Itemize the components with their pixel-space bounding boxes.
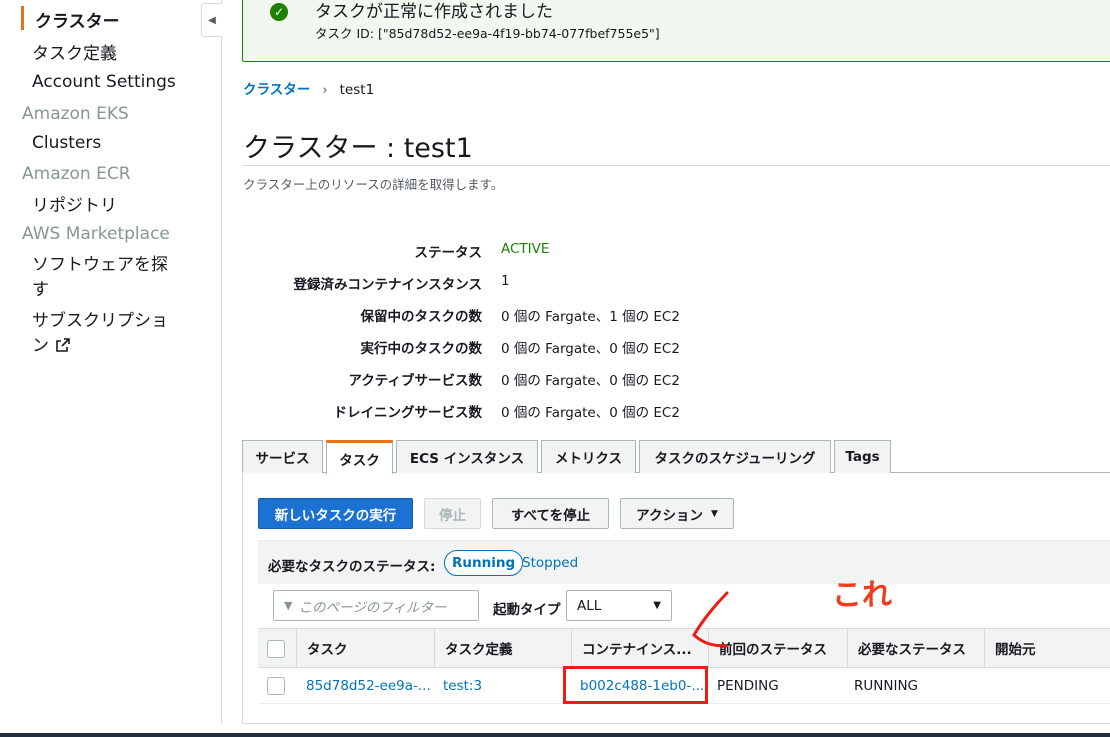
- filter-row: ▼ このページのフィルター 起動タイプ ALL ▼: [258, 584, 1110, 628]
- detail-value: 1: [501, 273, 510, 289]
- desired-status-filter: 必要なタスクのステータス: Running Stopped: [258, 540, 1110, 584]
- section-amazon-ecr: Amazon ECR: [22, 164, 131, 184]
- sidebar-item-discover-software[interactable]: ソフトウェアを探 す: [32, 253, 168, 303]
- detail-label: 保留中のタスクの数: [360, 309, 483, 325]
- annotation-text: これ: [832, 578, 892, 613]
- section-aws-marketplace: AWS Marketplace: [22, 224, 170, 244]
- chevron-left-icon[interactable]: ◀: [201, 3, 222, 37]
- desired-status-label: 必要なタスクのステータス:: [268, 559, 436, 575]
- filter-input[interactable]: ▼ このページのフィルター: [273, 590, 479, 621]
- detail-value: 0 個の Fargate、0 個の EC2: [501, 341, 680, 357]
- sidebar-item-eks-clusters[interactable]: Clusters: [32, 133, 101, 153]
- detail-value: 0 個の Fargate、0 個の EC2: [501, 405, 680, 421]
- detail-label: 実行中のタスクの数: [360, 341, 483, 357]
- detail-label: ドレイニングサービス数: [333, 405, 483, 421]
- divider: [242, 165, 1110, 166]
- stop-button[interactable]: 停止: [424, 498, 481, 529]
- sidebar-item-label: ン: [32, 336, 49, 356]
- launch-type-select[interactable]: ALL ▼: [566, 590, 672, 621]
- table-row: 85d78d52-ee9a-... test:3 b002c488-1eb0-.…: [258, 668, 1110, 704]
- sidebar: クラスター タスク定義 Account Settings Amazon EKS …: [0, 0, 222, 724]
- desired-status-cell: RUNNING: [854, 678, 918, 694]
- task-definition-link[interactable]: test:3: [443, 668, 563, 704]
- sidebar-item-clusters[interactable]: クラスター: [35, 7, 120, 32]
- sidebar-item-repositories[interactable]: リポジトリ: [32, 191, 117, 216]
- stopped-filter-link[interactable]: Stopped: [522, 555, 578, 571]
- running-filter-pill[interactable]: Running: [444, 550, 524, 576]
- column-header-task-definition[interactable]: タスク定義: [434, 629, 572, 667]
- row-checkbox[interactable]: [267, 677, 285, 695]
- sidebar-item-subscriptions[interactable]: サブスクリプショ ン: [32, 309, 168, 359]
- detail-label: アクティブサービス数: [348, 373, 482, 389]
- launch-type-label: 起動タイプ: [493, 602, 561, 618]
- filter-placeholder: このページのフィルター: [298, 599, 447, 616]
- sidebar-item-account-settings[interactable]: Account Settings: [32, 72, 176, 92]
- table-header: タスク タスク定義 コンテナインス... 前回のステータス 必要なステータス 開…: [258, 628, 1110, 668]
- run-new-task-button[interactable]: 新しいタスクの実行: [258, 498, 413, 529]
- last-status-cell: PENDING: [717, 678, 779, 694]
- sidebar-item-label: す: [32, 280, 49, 300]
- tab-metrics[interactable]: メトリクス: [541, 440, 636, 473]
- task-id-link[interactable]: 85d78d52-ee9a-...: [306, 668, 431, 704]
- actions-label: アクション: [636, 507, 703, 524]
- tab-ecs-instances[interactable]: ECS インスタンス: [396, 440, 538, 473]
- breadcrumb: クラスター › test1: [243, 78, 374, 98]
- bottom-border: [0, 733, 1110, 737]
- filter-icon: ▼: [284, 599, 293, 612]
- caret-down-icon: ▼: [653, 600, 661, 611]
- tab-tags[interactable]: Tags: [834, 440, 891, 473]
- tab-services[interactable]: サービス: [242, 440, 323, 473]
- container-instance-link[interactable]: b002c488-1eb0-...: [580, 668, 704, 704]
- column-header-started-by[interactable]: 開始元: [984, 629, 1110, 667]
- breadcrumb-current: test1: [339, 82, 375, 98]
- tab-task-scheduling[interactable]: タスクのスケジューリング: [639, 440, 831, 473]
- page-title: クラスター : test1: [243, 133, 473, 164]
- breadcrumb-separator-icon: ›: [322, 82, 328, 98]
- check-circle-icon: ✓: [270, 3, 288, 21]
- started-by-cell: [993, 668, 1103, 704]
- column-header-desired-status[interactable]: 必要なステータス: [847, 629, 985, 667]
- column-header-last-status[interactable]: 前回のステータス: [708, 629, 848, 667]
- detail-value: 0 個の Fargate、0 個の EC2: [501, 373, 680, 389]
- detail-label: 登録済みコンテナインスタンス: [293, 277, 482, 293]
- sidebar-item-label: サブスクリプショ: [32, 311, 168, 331]
- sidebar-item-task-definitions[interactable]: タスク定義: [32, 39, 117, 64]
- caret-down-icon: ▼: [710, 508, 718, 519]
- column-header-task[interactable]: タスク: [296, 629, 436, 667]
- active-indicator: [21, 6, 24, 30]
- detail-value: 0 個の Fargate、1 個の EC2: [501, 309, 680, 325]
- detail-value: ACTIVE: [501, 241, 550, 257]
- select-all-checkbox[interactable]: [267, 640, 285, 658]
- sidebar-item-label: ソフトウェアを探: [32, 255, 168, 275]
- flash-title: タスクが正常に作成されました: [315, 2, 553, 22]
- launch-type-value: ALL: [577, 597, 602, 614]
- stop-all-button[interactable]: すべてを停止: [492, 498, 609, 529]
- column-header-container-instance[interactable]: コンテナインス...: [571, 629, 708, 667]
- external-link-icon: [55, 336, 71, 352]
- section-amazon-eks: Amazon EKS: [22, 104, 129, 124]
- detail-label: ステータス: [414, 245, 483, 261]
- flash-task-id: タスク ID: ["85d78d52-ee9a-4f19-bb74-077fbe…: [315, 26, 660, 41]
- actions-dropdown[interactable]: アクション ▼: [620, 498, 734, 529]
- breadcrumb-clusters-link[interactable]: クラスター: [243, 82, 310, 98]
- success-flash: ✓ タスクが正常に作成されました タスク ID: ["85d78d52-ee9a…: [242, 0, 1110, 62]
- tab-tasks[interactable]: タスク: [326, 440, 393, 474]
- page-description: クラスター上のリソースの詳細を取得します。: [243, 177, 504, 192]
